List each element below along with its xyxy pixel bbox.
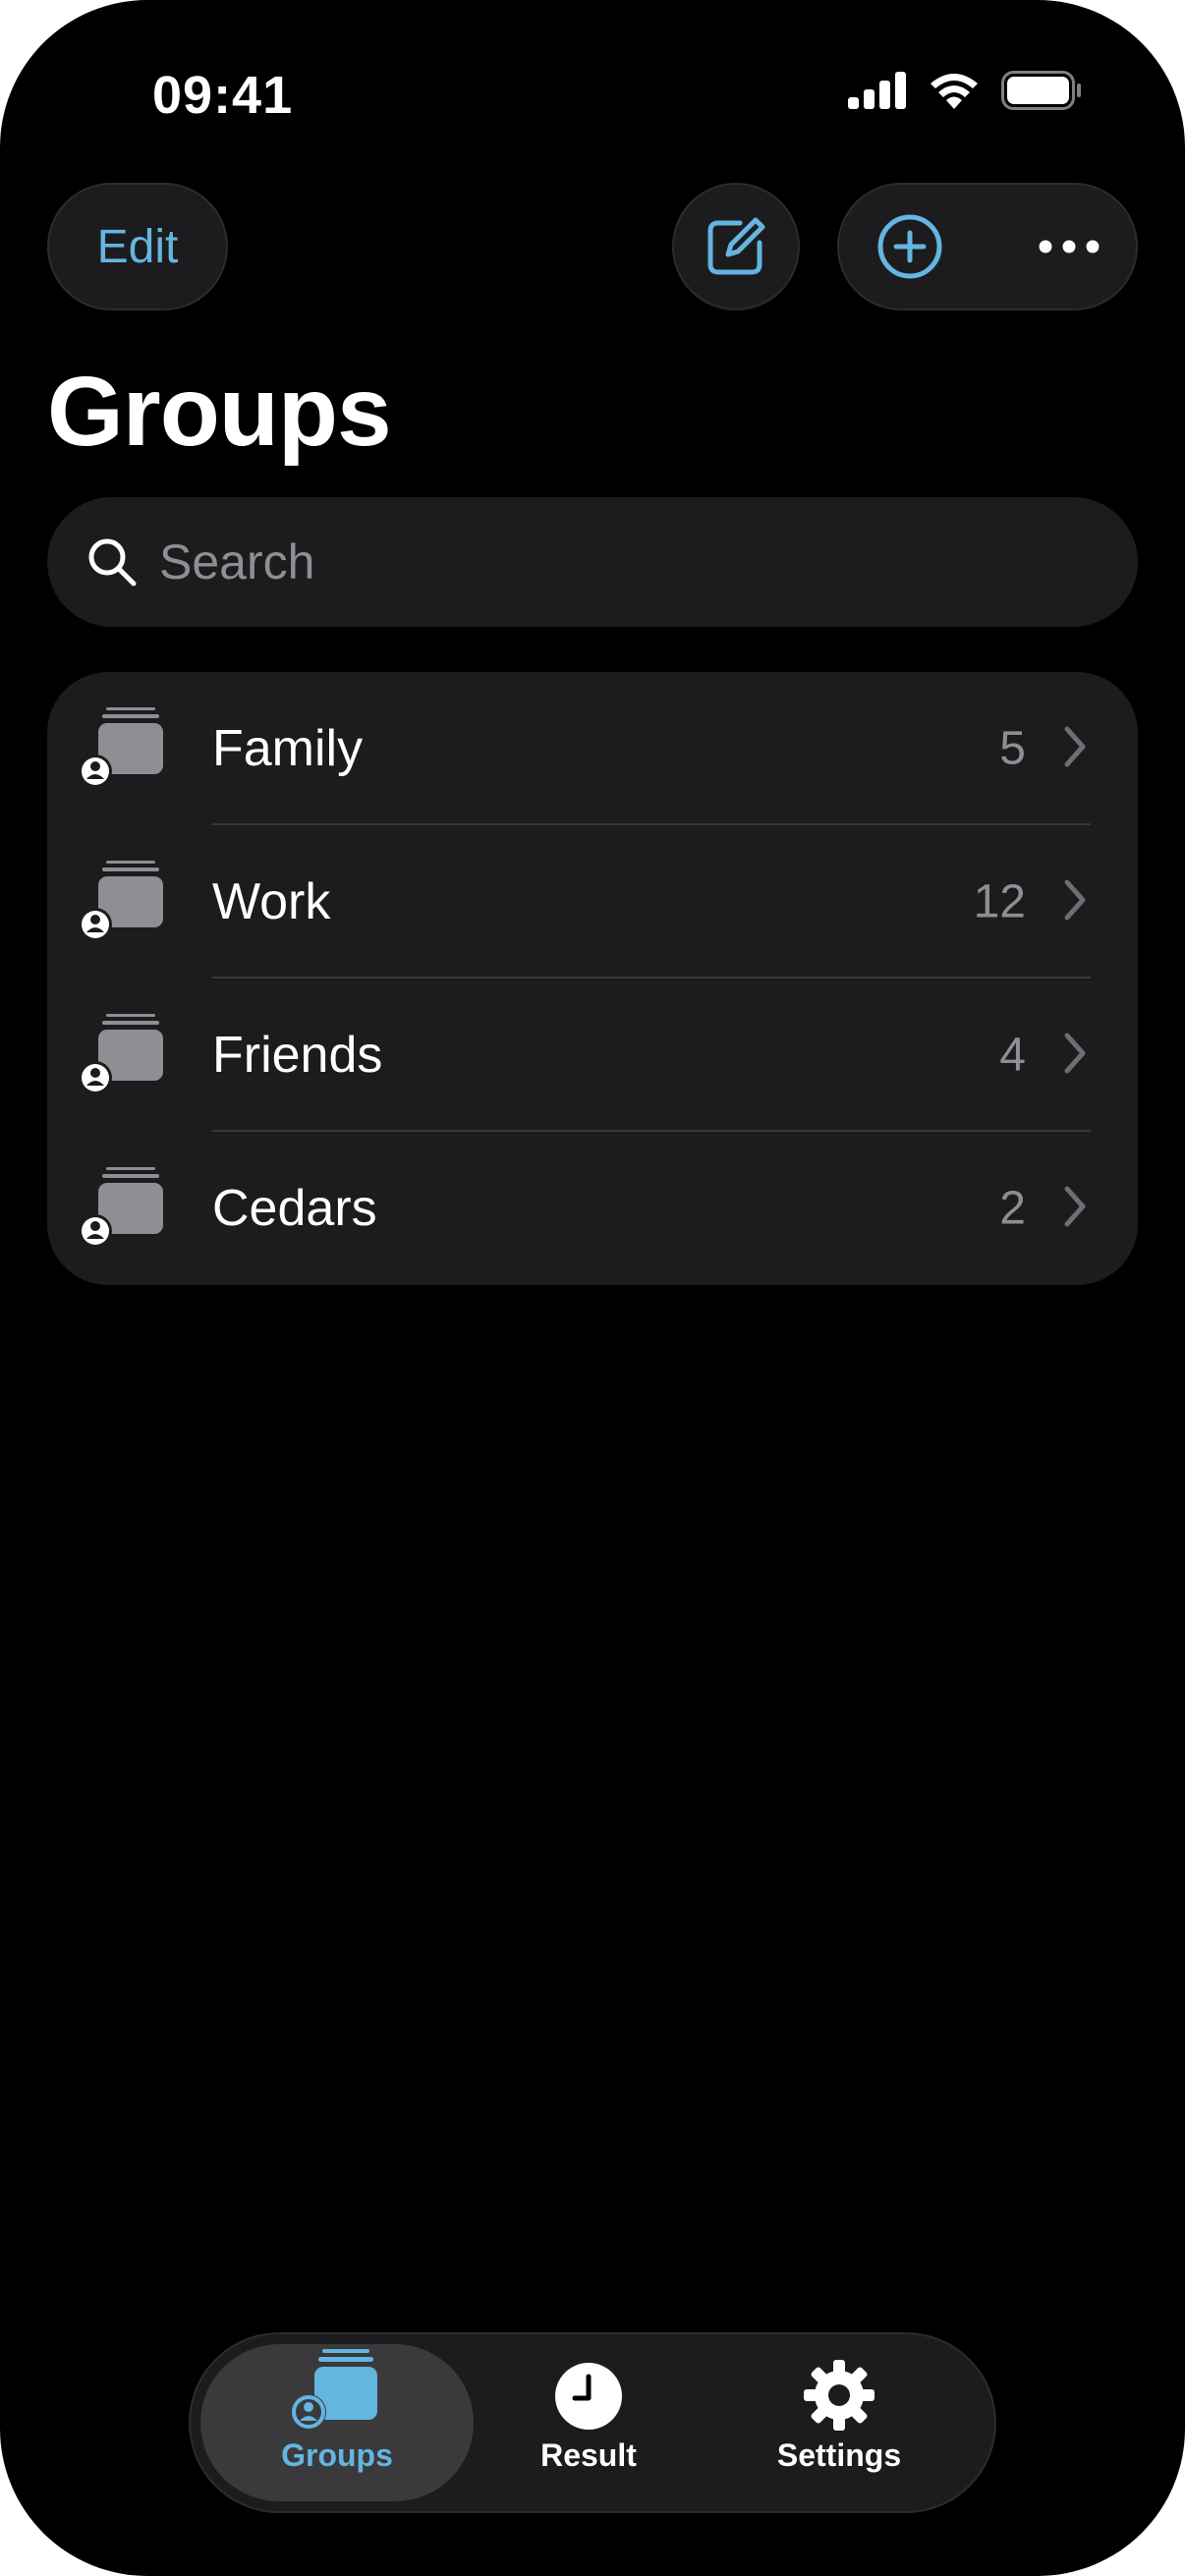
- edit-button[interactable]: Edit: [47, 183, 228, 310]
- search-bar[interactable]: [47, 497, 1138, 627]
- group-name: Work: [212, 873, 331, 930]
- group-stack-icon: [79, 1167, 163, 1248]
- group-count: 2: [999, 1182, 1026, 1235]
- plus-circle-icon[interactable]: [876, 213, 943, 280]
- chevron-right-icon: [1064, 726, 1086, 767]
- chevron-right-icon: [1064, 1186, 1086, 1227]
- group-count: 12: [973, 875, 1026, 928]
- status-time: 09:41: [152, 66, 294, 125]
- tab-groups-label: Groups: [281, 2437, 393, 2473]
- group-count: 5: [999, 722, 1026, 775]
- page-title: Groups: [47, 357, 392, 467]
- search-icon: [88, 538, 137, 587]
- group-stack-icon: [79, 861, 163, 941]
- clock-icon: [555, 2363, 622, 2430]
- search-input[interactable]: [159, 533, 1044, 590]
- square-and-pencil-icon: [707, 217, 765, 275]
- status-icons: [848, 71, 1082, 110]
- gear-icon: [804, 2360, 875, 2431]
- list-item[interactable]: Work 12: [47, 825, 1138, 979]
- tab-groups[interactable]: Groups: [200, 2344, 474, 2501]
- group-name: Friends: [212, 1027, 383, 1084]
- group-name: Family: [212, 720, 364, 777]
- actions-pill: [837, 183, 1138, 310]
- edit-button-label: Edit: [96, 220, 179, 273]
- chevron-right-icon: [1064, 879, 1086, 921]
- tab-result-label: Result: [540, 2437, 637, 2473]
- list-item[interactable]: Cedars 2: [47, 1132, 1138, 1285]
- tab-bar: Groups Result Settings: [189, 2332, 996, 2513]
- battery-icon: [1001, 71, 1081, 110]
- groups-stack-icon: [291, 2349, 377, 2430]
- ellipsis-icon[interactable]: [1038, 239, 1100, 254]
- group-count: 4: [999, 1029, 1026, 1082]
- group-stack-icon: [79, 707, 163, 788]
- group-stack-icon: [79, 1014, 163, 1094]
- chevron-right-icon: [1064, 1033, 1086, 1074]
- tab-settings-label: Settings: [776, 2437, 902, 2473]
- groups-list: Family 5 Work 12 Friends 4 Cedars 2: [47, 672, 1138, 1285]
- wifi-icon: [931, 74, 978, 109]
- compose-button[interactable]: [672, 183, 800, 310]
- cellular-signal-icon: [848, 72, 906, 109]
- phone-screen: 09:41 Edit Groups Search Family 5 Work 1…: [0, 0, 1185, 2576]
- tab-settings[interactable]: Settings: [721, 2344, 957, 2501]
- group-name: Cedars: [212, 1180, 377, 1237]
- list-item[interactable]: Family 5: [47, 672, 1138, 825]
- list-item[interactable]: Friends 4: [47, 979, 1138, 1132]
- tab-result[interactable]: Result: [495, 2344, 682, 2501]
